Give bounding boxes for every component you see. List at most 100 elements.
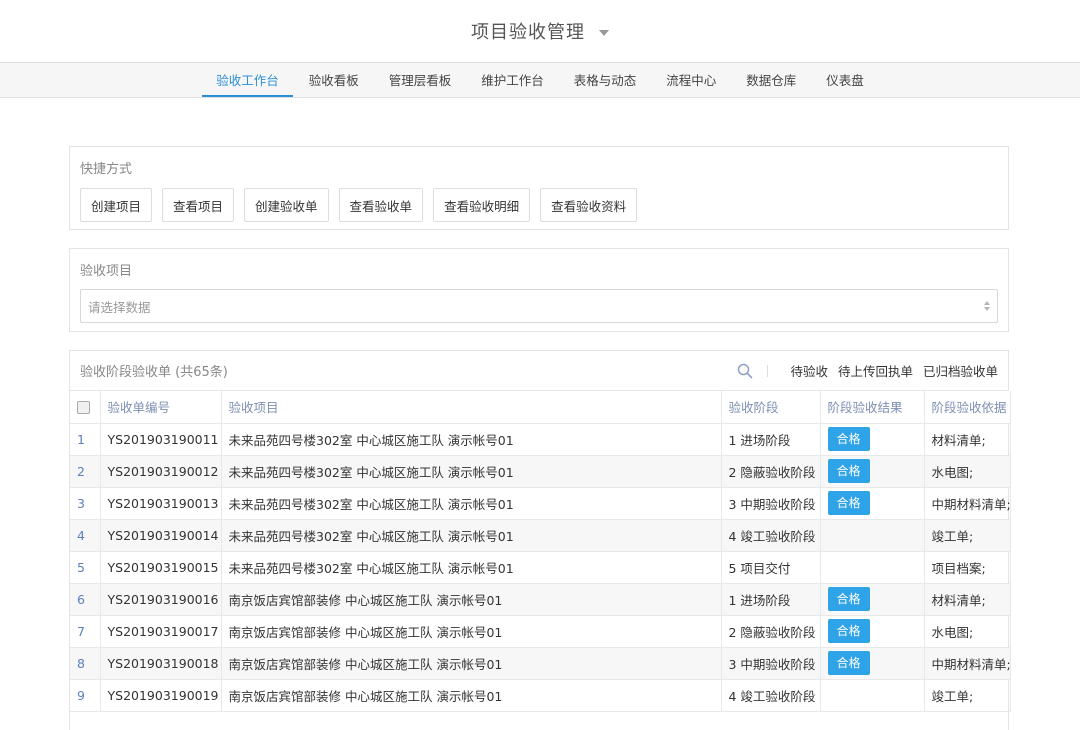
project-panel: 验收项目 请选择数据 <box>69 248 1009 332</box>
status-badge: 合格 <box>827 459 870 483</box>
row-result: 合格 <box>820 583 925 616</box>
row-result: 合格 <box>820 487 925 520</box>
row-code[interactable]: YS201903190013 <box>100 487 222 520</box>
row-code[interactable]: YS201903190012 <box>100 455 222 488</box>
table-row[interactable]: 7 YS201903190017 南京饭店宾馆部装修 中心城区施工队 演示帐号01 2… <box>70 615 1011 648</box>
shortcut-button-3[interactable]: 查看验收单 <box>338 188 424 222</box>
row-result: 合格 <box>820 423 925 456</box>
filter-link-0[interactable]: 待验收 <box>790 361 828 380</box>
row-basis: 材料清单; <box>924 583 1011 616</box>
shortcut-button-1[interactable]: 查看项目 <box>162 188 235 222</box>
row-stage: 3 中期验收阶段 <box>721 647 821 680</box>
row-code[interactable]: YS201903190019 <box>100 679 222 712</box>
column-header-2[interactable]: 验收阶段 <box>721 391 821 424</box>
status-badge: 合格 <box>827 619 870 643</box>
app-title[interactable]: 项目验收管理 <box>471 18 585 44</box>
column-header-1[interactable]: 验收项目 <box>221 391 722 424</box>
row-result <box>820 679 925 712</box>
status-badge: 合格 <box>827 587 870 611</box>
tab-6[interactable]: 数据仓库 <box>732 63 810 97</box>
row-stage: 1 进场阶段 <box>721 583 821 616</box>
status-badge: 合格 <box>827 427 870 451</box>
row-project: 南京饭店宾馆部装修 中心城区施工队 演示帐号01 <box>221 583 722 616</box>
table-header-row: 验收单编号 验收项目 验收阶段 阶段验收结果 阶段验收依据 <box>70 391 1011 424</box>
shortcut-button-5[interactable]: 查看验收资料 <box>540 188 638 222</box>
tab-0[interactable]: 验收工作台 <box>202 63 293 97</box>
shortcut-button-0[interactable]: 创建项目 <box>80 188 153 222</box>
row-stage: 5 项目交付 <box>721 551 821 584</box>
project-select-placeholder: 请选择数据 <box>88 299 151 315</box>
table-row[interactable]: 3 YS201903190013 未来品苑四号楼302室 中心城区施工队 演示帐号0… <box>70 487 1011 520</box>
table-row[interactable]: 8 YS201903190018 南京饭店宾馆部装修 中心城区施工队 演示帐号01 3… <box>70 647 1011 680</box>
row-project: 未来品苑四号楼302室 中心城区施工队 演示帐号01 <box>221 455 722 488</box>
row-basis: 竣工单; <box>924 519 1011 552</box>
tab-4[interactable]: 表格与动态 <box>560 63 651 97</box>
table-title: 验收阶段验收单 (共65条) <box>80 365 228 380</box>
table-header: 验收阶段验收单 (共65条) 待验收 待上传回执单 已归档验收单 <box>70 351 1008 391</box>
row-project: 未来品苑四号楼302室 中心城区施工队 演示帐号01 <box>221 551 722 584</box>
tab-5[interactable]: 流程中心 <box>652 63 730 97</box>
chevron-down-icon[interactable] <box>599 29 609 36</box>
select-all-checkbox[interactable] <box>77 401 90 415</box>
table-row[interactable]: 9 YS201903190019 南京饭店宾馆部装修 中心城区施工队 演示帐号01 4… <box>70 679 1011 712</box>
table-row[interactable]: 4 YS201903190014 未来品苑四号楼302室 中心城区施工队 演示帐号0… <box>70 519 1011 552</box>
row-code[interactable]: YS201903190015 <box>100 551 222 584</box>
table-body: 1 YS201903190011 未来品苑四号楼302室 中心城区施工队 演示帐号0… <box>70 423 1011 712</box>
table-row[interactable]: 6 YS201903190016 南京饭店宾馆部装修 中心城区施工队 演示帐号01 1… <box>70 583 1011 616</box>
filter-link-1[interactable]: 待上传回执单 <box>838 361 913 380</box>
acceptance-table: 验收单编号 验收项目 验收阶段 阶段验收结果 阶段验收依据 1 YS20190319001… <box>70 391 1011 712</box>
table-row[interactable]: 2 YS201903190012 未来品苑四号楼302室 中心城区施工队 演示帐号0… <box>70 455 1011 488</box>
row-basis: 水电图; <box>924 455 1011 488</box>
shortcuts-panel: 快捷方式 创建项目 查看项目 创建验收单 查看验收单 查看验收明细 查看验收资料 <box>69 146 1009 230</box>
row-basis: 竣工单; <box>924 679 1011 712</box>
row-index: 5 <box>70 551 101 584</box>
tab-3[interactable]: 维护工作台 <box>467 63 558 97</box>
shortcut-button-4[interactable]: 查看验收明细 <box>433 188 531 222</box>
row-project: 南京饭店宾馆部装修 中心城区施工队 演示帐号01 <box>221 679 722 712</box>
tab-7[interactable]: 仪表盘 <box>812 63 878 97</box>
row-project: 未来品苑四号楼302室 中心城区施工队 演示帐号01 <box>221 487 722 520</box>
column-header-4[interactable]: 阶段验收依据 <box>924 391 1011 424</box>
tab-2[interactable]: 管理层看板 <box>375 63 466 97</box>
row-project: 南京饭店宾馆部装修 中心城区施工队 演示帐号01 <box>221 647 722 680</box>
app-header: 项目验收管理 <box>0 0 1080 63</box>
tab-1[interactable]: 验收看板 <box>295 63 373 97</box>
row-project: 未来品苑四号楼302室 中心城区施工队 演示帐号01 <box>221 423 722 456</box>
table-row[interactable]: 1 YS201903190011 未来品苑四号楼302室 中心城区施工队 演示帐号0… <box>70 423 1011 456</box>
select-arrows-icon <box>984 301 990 311</box>
row-stage: 1 进场阶段 <box>721 423 821 456</box>
row-code[interactable]: YS201903190016 <box>100 583 222 616</box>
column-header-3[interactable]: 阶段验收结果 <box>820 391 925 424</box>
row-project: 南京饭店宾馆部装修 中心城区施工队 演示帐号01 <box>221 615 722 648</box>
column-header-0[interactable]: 验收单编号 <box>100 391 222 424</box>
row-index: 9 <box>70 679 101 712</box>
row-result: 合格 <box>820 615 925 648</box>
select-all-cell <box>70 391 101 424</box>
row-result <box>820 519 925 552</box>
project-select[interactable]: 请选择数据 <box>80 289 998 323</box>
row-result: 合格 <box>820 647 925 680</box>
row-stage: 2 隐蔽验收阶段 <box>721 455 821 488</box>
row-basis: 项目档案; <box>924 551 1011 584</box>
row-basis: 中期材料清单; <box>924 647 1011 680</box>
row-stage: 4 竣工验收阶段 <box>721 519 821 552</box>
row-code[interactable]: YS201903190011 <box>100 423 222 456</box>
row-index: 6 <box>70 583 101 616</box>
tool-divider <box>767 364 769 377</box>
row-project: 未来品苑四号楼302室 中心城区施工队 演示帐号01 <box>221 519 722 552</box>
row-index: 7 <box>70 615 101 648</box>
table-row[interactable]: 5 YS201903190015 未来品苑四号楼302室 中心城区施工队 演示帐号0… <box>70 551 1011 584</box>
shortcut-button-2[interactable]: 创建验收单 <box>244 188 329 222</box>
shortcut-buttons: 创建项目 查看项目 创建验收单 查看验收单 查看验收明细 查看验收资料 <box>80 188 998 222</box>
row-index: 8 <box>70 647 101 680</box>
search-icon[interactable] <box>737 363 753 379</box>
row-code[interactable]: YS201903190017 <box>100 615 222 648</box>
table-tools: 待验收 待上传回执单 已归档验收单 <box>737 361 998 380</box>
row-basis: 水电图; <box>924 615 1011 648</box>
row-code[interactable]: YS201903190018 <box>100 647 222 680</box>
row-code[interactable]: YS201903190014 <box>100 519 222 552</box>
filter-link-2[interactable]: 已归档验收单 <box>923 361 998 380</box>
acceptance-table-panel: 验收阶段验收单 (共65条) 待验收 待上传回执单 已归档验收单 验收单编号 验收项目… <box>69 350 1011 730</box>
row-basis: 材料清单; <box>924 423 1011 456</box>
row-index: 4 <box>70 519 101 552</box>
